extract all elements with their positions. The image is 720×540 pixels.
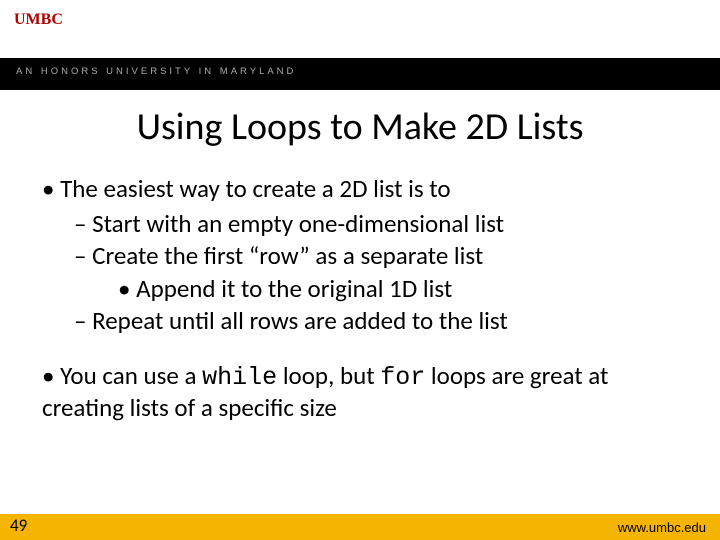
bullet-lvl2: Repeat until all rows are added to the l… [74,306,686,337]
tagline: AN HONORS UNIVERSITY IN MARYLAND [16,66,296,77]
text: You can use a [60,360,202,391]
spacer [34,339,686,353]
header-bar: UMBC AN HONORS UNIVERSITY IN MARYLAND [0,0,720,90]
bullet-lvl2: Create the first “row” as a separate lis… [74,241,686,272]
code-while: while [202,363,277,392]
footer-url: www.umbc.edu [618,520,706,535]
bullet-lvl3: Append it to the original 1D list [118,274,686,305]
logo-text: UMBC [14,11,63,28]
umbc-logo: UMBC [14,10,63,29]
header-top: UMBC [0,0,720,58]
bullet-lvl1: You can use a while loop, but for loops … [42,361,686,424]
text: loop, but [277,360,380,391]
slide-title: Using Loops to Make 2D Lists [0,104,720,150]
header-black-band: AN HONORS UNIVERSITY IN MARYLAND [0,58,720,90]
page-number: 49 [10,515,27,536]
bullet-lvl1: The easiest way to create a 2D list is t… [42,174,686,205]
bullet-lvl2: Start with an empty one-dimensional list [74,209,686,240]
code-for: for [380,363,425,392]
slide-body: The easiest way to create a 2D list is t… [0,150,720,424]
footer-bar: 49 www.umbc.edu [0,514,720,540]
slide: UMBC AN HONORS UNIVERSITY IN MARYLAND Us… [0,0,720,540]
